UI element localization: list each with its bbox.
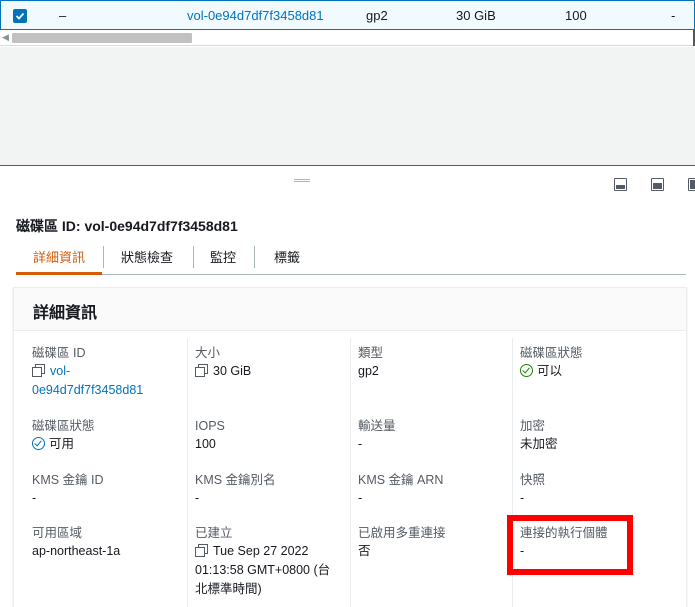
- field-label: 磁碟區狀態: [520, 346, 583, 360]
- availability-zone-value: ap-northeast-1a: [32, 544, 121, 558]
- field-label: 已啟用多重連接: [358, 526, 446, 540]
- field-created: 已建立 Tue Sep 27 2022 01:13:58 GMT+0800 (台…: [195, 524, 345, 599]
- copy-icon[interactable]: [195, 364, 208, 377]
- field-encryption: 加密 未加密: [520, 417, 670, 454]
- scroll-left-icon[interactable]: ◀: [2, 32, 9, 43]
- tab-status-checks[interactable]: 狀態檢查: [121, 247, 173, 266]
- split-bottom-icon[interactable]: [614, 178, 627, 191]
- state-available: 可用: [32, 435, 182, 454]
- field-label: 快照: [520, 473, 546, 487]
- cell-volume-id[interactable]: vol-0e94d7df7f3458d81: [187, 8, 324, 23]
- scrollbar-thumb[interactable]: [12, 33, 192, 43]
- field-kms-key-id: KMS 金鑰 ID -: [32, 471, 182, 508]
- field-label: 已建立: [195, 526, 233, 540]
- iops-value: 100: [195, 437, 216, 451]
- check-circle-icon: [520, 364, 533, 377]
- table-row[interactable]: – vol-0e94d7df7f3458d81 gp2 30 GiB 100 -: [0, 0, 695, 30]
- field-label: 加密: [520, 419, 546, 433]
- tab-separator: [193, 246, 194, 268]
- detail-title: 磁碟區 ID: vol-0e94d7df7f3458d81: [16, 218, 238, 234]
- tab-tags[interactable]: 標籤: [274, 247, 300, 266]
- field-label: 輸送量: [358, 419, 396, 433]
- split-side-icon[interactable]: [651, 178, 664, 191]
- size-value: 30 GiB: [195, 362, 345, 381]
- field-label: 磁碟區 ID: [32, 346, 86, 360]
- horizontal-scrollbar[interactable]: ◀: [0, 30, 695, 46]
- cell-throughput: -: [671, 8, 676, 23]
- column-divider: [187, 338, 188, 607]
- cell-type: gp2: [366, 8, 388, 23]
- field-label: 磁碟區狀態: [32, 419, 95, 433]
- tab-details[interactable]: 詳細資訊: [33, 247, 85, 266]
- tab-separator: [254, 246, 255, 268]
- created-value: Tue Sep 27 2022: [195, 542, 345, 561]
- active-tab-indicator: [16, 272, 102, 275]
- cell-name: –: [59, 8, 67, 23]
- field-throughput: 輸送量 -: [358, 417, 508, 454]
- column-divider: [350, 338, 351, 607]
- resize-handle-icon[interactable]: [294, 179, 310, 182]
- volume-id-link[interactable]: vol-: [32, 362, 182, 381]
- check-circle-icon: [32, 437, 45, 450]
- field-volume-status: 磁碟區狀態 可以: [520, 344, 670, 381]
- tab-bar: 詳細資訊 狀態檢查 監控 標籤: [16, 240, 686, 275]
- cell-iops: 100: [565, 8, 587, 23]
- copy-icon[interactable]: [195, 544, 208, 557]
- field-type: 類型 gp2: [358, 344, 508, 381]
- field-size: 大小 30 GiB: [195, 344, 345, 381]
- field-label: IOPS: [195, 419, 225, 433]
- field-kms-key-alias: KMS 金鑰別名 -: [195, 471, 345, 508]
- field-multi-attach: 已啟用多重連接 否: [358, 524, 508, 561]
- card-title: 詳細資訊: [33, 305, 98, 322]
- row-checkbox[interactable]: [13, 9, 27, 23]
- split-divider: [0, 165, 695, 166]
- field-label: 大小: [195, 346, 221, 360]
- field-iops: IOPS 100: [195, 417, 345, 454]
- encryption-value: 未加密: [520, 437, 558, 451]
- field-snapshot: 快照 -: [520, 471, 670, 508]
- field-kms-key-arn: KMS 金鑰 ARN -: [358, 471, 508, 508]
- copy-icon[interactable]: [32, 364, 45, 377]
- kms-key-arn-value: -: [358, 491, 363, 505]
- table-empty-area: [0, 47, 695, 165]
- tab-monitoring[interactable]: 監控: [210, 247, 236, 266]
- highlight-annotation: [507, 515, 633, 575]
- kms-key-alias-value: -: [195, 491, 200, 505]
- multi-attach-value: 否: [358, 544, 371, 558]
- field-label: KMS 金鑰 ID: [32, 473, 104, 487]
- split-full-icon[interactable]: [688, 178, 695, 191]
- snapshot-value: -: [520, 491, 525, 505]
- throughput-value: -: [358, 437, 363, 451]
- field-volume-state: 磁碟區狀態 可用: [32, 417, 182, 454]
- check-icon: [15, 12, 25, 20]
- created-value-line3: 北標準時間): [195, 582, 262, 596]
- field-label: KMS 金鑰別名: [195, 473, 276, 487]
- field-label: KMS 金鑰 ARN: [358, 473, 444, 487]
- field-label: 可用區域: [32, 526, 83, 540]
- card-header: 詳細資訊: [14, 288, 686, 331]
- field-label: 類型: [358, 346, 384, 360]
- volume-id-link-cont[interactable]: 0e94d7df7f3458d81: [32, 381, 182, 400]
- status-ok: 可以: [520, 362, 670, 381]
- field-volume-id: 磁碟區 ID vol- 0e94d7df7f3458d81: [32, 344, 182, 400]
- cell-size: 30 GiB: [456, 8, 496, 23]
- created-value-line2: 01:13:58 GMT+0800 (台: [195, 563, 331, 577]
- kms-key-id-value: -: [32, 491, 37, 505]
- type-value: gp2: [358, 364, 379, 378]
- field-availability-zone: 可用區域 ap-northeast-1a: [32, 524, 182, 561]
- tab-separator: [103, 246, 104, 268]
